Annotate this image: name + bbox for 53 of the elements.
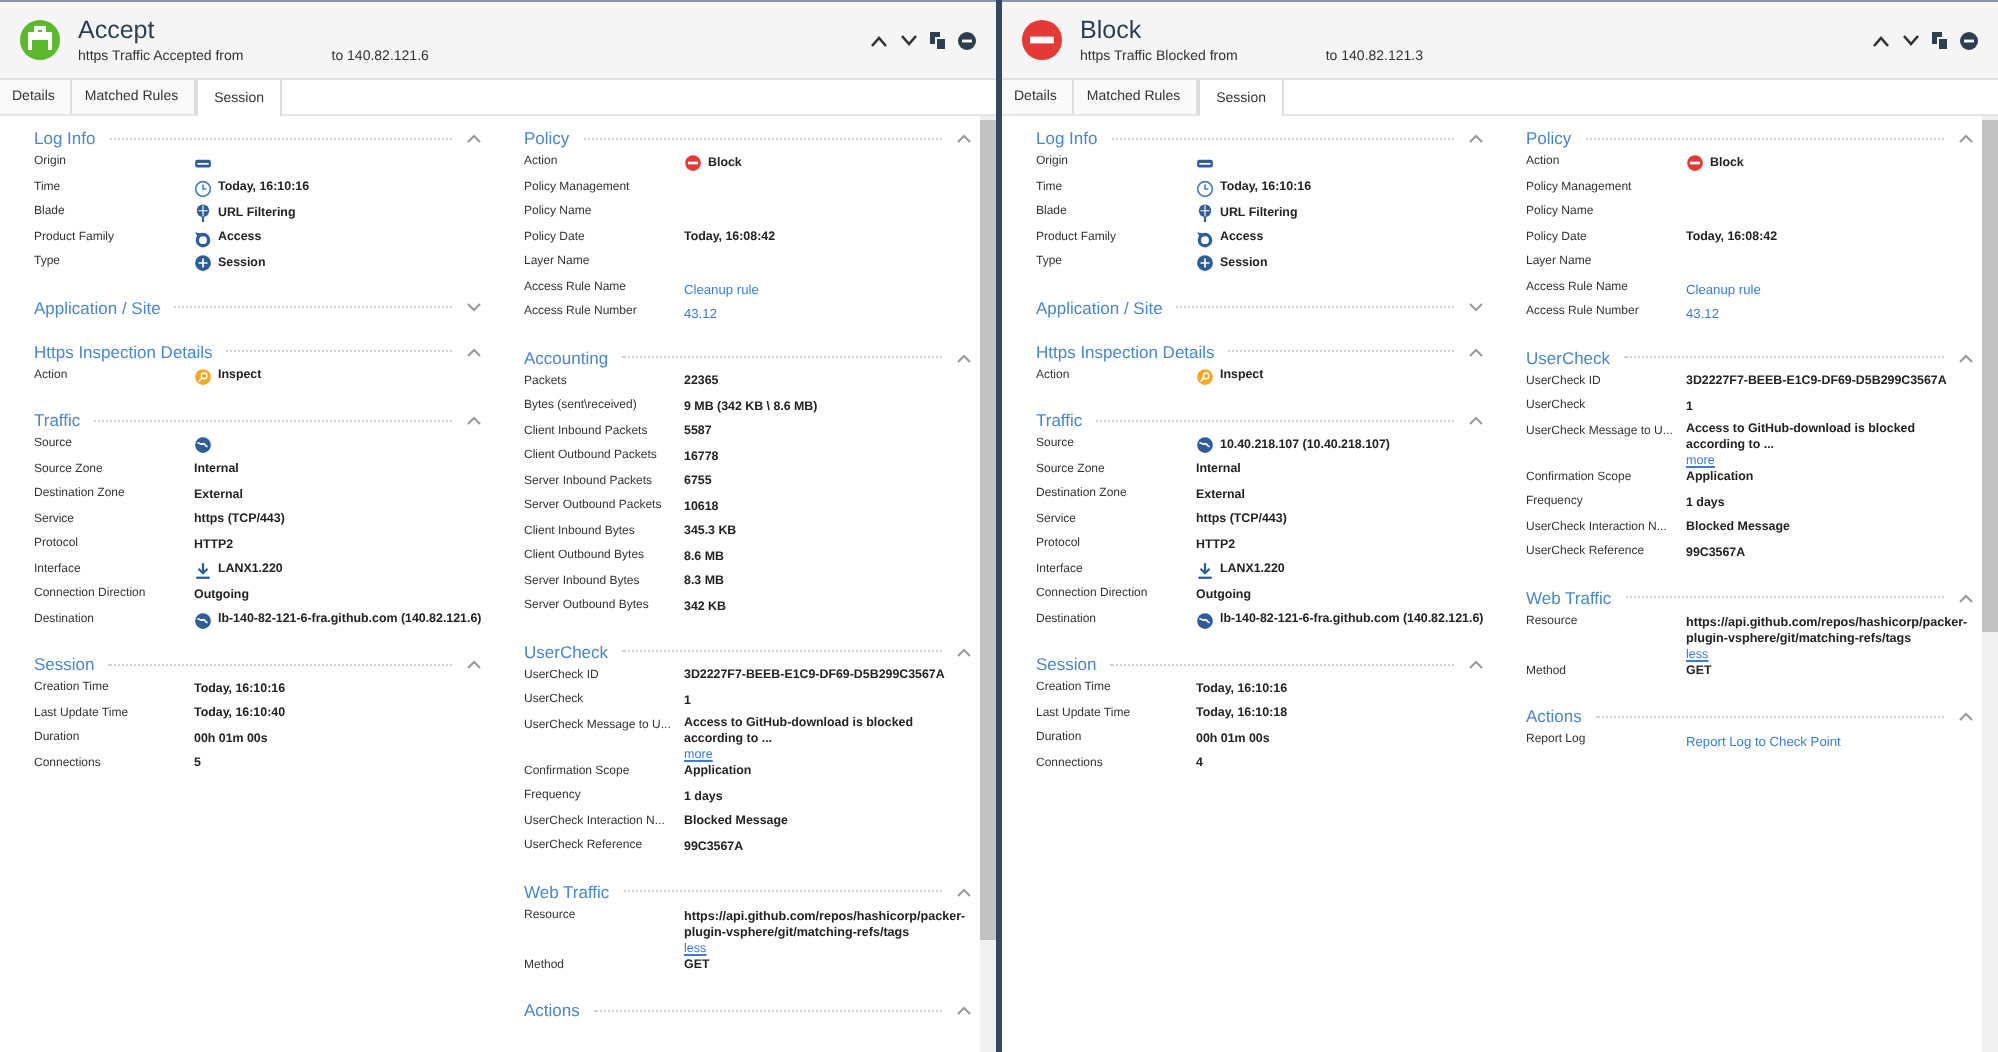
section-title: Web Traffic: [524, 881, 610, 901]
block-icon: [1686, 154, 1704, 172]
section-title: Web Traffic: [1526, 587, 1612, 607]
cycle-icon: [194, 229, 212, 247]
globe-pin-icon: [194, 204, 212, 222]
section-title: Actions: [524, 1000, 580, 1020]
section-title: Session: [1036, 654, 1097, 674]
chevron-down-icon[interactable]: [900, 33, 918, 47]
section-title: Accounting: [524, 347, 609, 367]
minus-circle-icon[interactable]: [1960, 31, 1978, 49]
chevron-down-icon[interactable]: [1902, 33, 1920, 47]
clock-icon: [194, 179, 212, 197]
section-title: UserCheck: [524, 641, 609, 661]
section-title: UserCheck: [1526, 347, 1611, 367]
log-title: Block: [1080, 16, 1144, 44]
session-icon: [194, 254, 212, 272]
download-icon: [194, 561, 212, 579]
globe-icon: [194, 611, 212, 629]
section-title: Log Info: [1036, 128, 1098, 148]
clock-icon: [1196, 179, 1214, 197]
server-icon: [1196, 154, 1214, 172]
chevron-up-icon[interactable]: [870, 33, 888, 47]
chevron-up-icon[interactable]: [1872, 33, 1890, 47]
block-icon: [1022, 20, 1062, 60]
section-title: Https Inspection Details: [1036, 341, 1215, 361]
section-title: Application / Site: [1036, 297, 1163, 317]
section-title: Policy: [1526, 128, 1572, 148]
globe-icon: [194, 436, 212, 454]
inspect-icon: [194, 367, 212, 385]
section-title: Policy: [524, 128, 570, 148]
accept-icon: [20, 20, 60, 60]
scrollbar[interactable]: [980, 116, 996, 1052]
copy-icon[interactable]: [930, 31, 946, 49]
inspect-icon: [1196, 367, 1214, 385]
globe-icon: [1196, 436, 1214, 454]
log-title: Accept: [78, 16, 157, 44]
section-title: Log Info: [34, 128, 96, 148]
globe-icon: [1196, 611, 1214, 629]
scrollbar[interactable]: [1982, 116, 1998, 1052]
minus-circle-icon[interactable]: [958, 31, 976, 49]
cycle-icon: [1196, 229, 1214, 247]
section-title: Traffic: [34, 410, 81, 430]
section-title: Traffic: [1036, 410, 1083, 430]
section-title: Session: [34, 654, 95, 674]
section-title: Actions: [1526, 706, 1582, 726]
copy-icon[interactable]: [1932, 31, 1948, 49]
server-icon: [194, 154, 212, 172]
section-title: Application / Site: [34, 297, 161, 317]
download-icon: [1196, 561, 1214, 579]
globe-pin-icon: [1196, 204, 1214, 222]
block-icon: [684, 154, 702, 172]
section-title: Https Inspection Details: [34, 341, 213, 361]
session-icon: [1196, 254, 1214, 272]
